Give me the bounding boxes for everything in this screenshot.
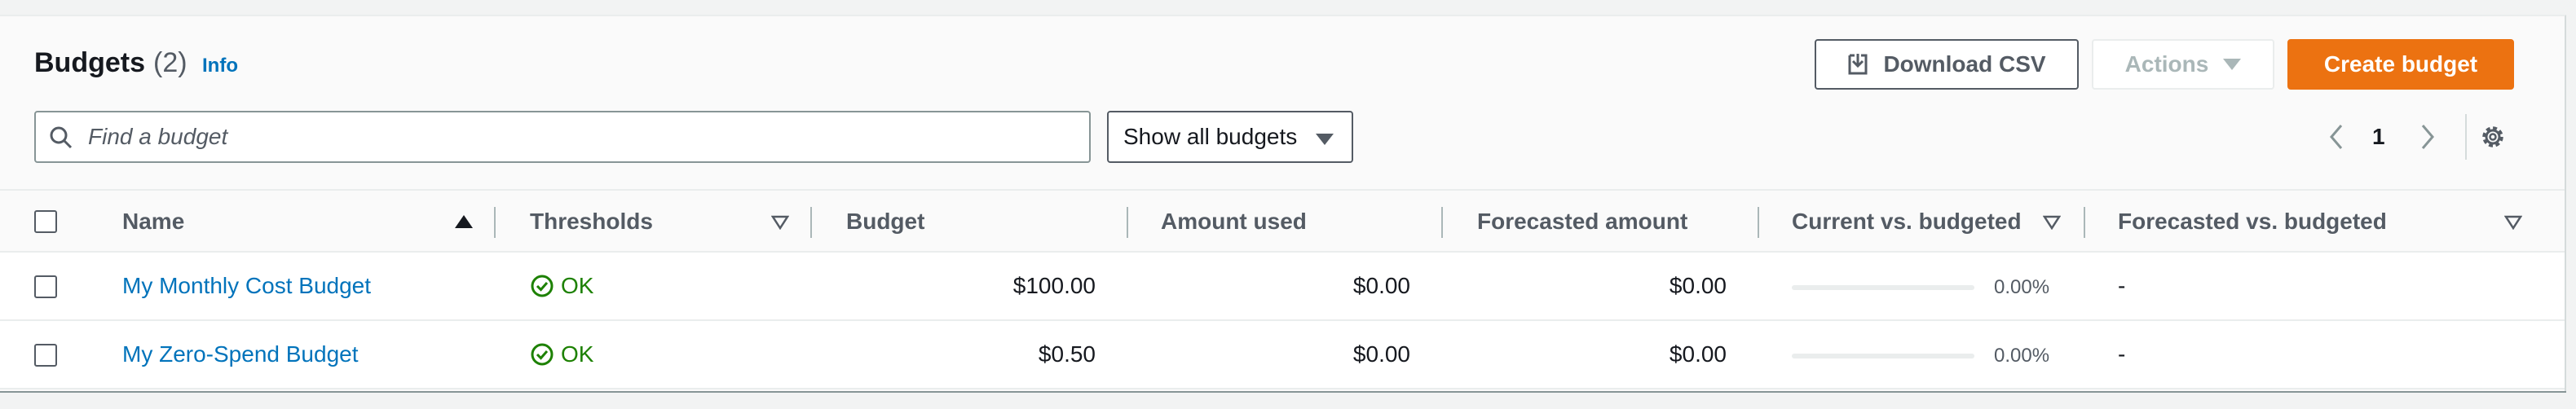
create-budget-button[interactable]: Create budget [2287, 39, 2514, 90]
sort-toggle-icon[interactable] [771, 215, 789, 230]
caret-down-icon [2223, 59, 2242, 70]
amount-used: $0.00 [1352, 273, 1410, 298]
forecasted-amount: $0.00 [1669, 341, 1727, 367]
actions-dropdown-button[interactable]: Actions [2092, 39, 2274, 90]
page-title: Budgets [34, 47, 145, 78]
column-resizer[interactable] [2084, 207, 2085, 238]
row-checkbox[interactable] [34, 275, 57, 298]
budget-count: (2) [153, 47, 187, 78]
threshold-status: OK [530, 270, 593, 301]
panel-bottom-border [0, 391, 2566, 393]
current-vs-budgeted-progress-bar [1792, 285, 1974, 290]
column-header-thresholds[interactable]: Thresholds [530, 207, 653, 236]
gear-icon[interactable] [2477, 121, 2509, 153]
column-resizer[interactable] [1127, 207, 1128, 238]
caret-down-icon [1316, 134, 1334, 145]
column-resizer[interactable] [1758, 207, 1759, 238]
forecasted-vs-budgeted-value: - [2118, 273, 2126, 298]
budget-name-link[interactable]: My Monthly Cost Budget [122, 270, 371, 301]
search-box [34, 111, 1091, 163]
column-header-forecasted-amount: Forecasted amount [1477, 209, 1688, 234]
current-vs-budgeted-progress-bar [1792, 354, 1974, 358]
budget-filter-select[interactable]: Show all budgets [1107, 111, 1353, 163]
budget-amount: $100.00 [1012, 273, 1096, 298]
sort-toggle-icon[interactable] [2504, 215, 2522, 230]
create-budget-label: Create budget [2323, 51, 2478, 77]
column-header-amount-used: Amount used [1161, 209, 1307, 234]
threshold-status-label: OK [561, 273, 594, 298]
budget-filter-value: Show all budgets [1123, 124, 1298, 149]
current-page-number[interactable]: 1 [2372, 122, 2385, 152]
forecasted-amount: $0.00 [1669, 273, 1727, 298]
forecasted-vs-budgeted-value: - [2118, 341, 2126, 367]
threshold-status: OK [530, 339, 593, 370]
search-icon [50, 126, 73, 149]
pagination-divider [2465, 114, 2467, 160]
select-all-checkbox[interactable] [34, 210, 57, 233]
chevron-right-icon[interactable] [2418, 122, 2437, 152]
download-icon [1848, 54, 1868, 75]
actions-label: Actions [2124, 51, 2209, 77]
column-header-current-vs-budgeted[interactable]: Current vs. budgeted [1792, 207, 2022, 236]
check-circle-icon [531, 275, 554, 297]
budget-amount: $0.50 [1038, 341, 1096, 367]
budget-name-link[interactable]: My Zero-Spend Budget [122, 339, 359, 370]
column-resizer[interactable] [494, 207, 496, 238]
download-csv-label: Download CSV [1883, 51, 2046, 77]
table-header: Name Thresholds Budget Amount used Forec… [0, 189, 2565, 253]
amount-used: $0.00 [1352, 341, 1410, 367]
column-header-budget: Budget [846, 209, 925, 234]
column-header-name[interactable]: Name [122, 207, 184, 236]
current-vs-budgeted-percent: 0.00% [1994, 345, 2050, 367]
info-link[interactable]: Info [202, 54, 238, 78]
sort-ascending-icon[interactable] [455, 215, 473, 228]
check-circle-icon [531, 343, 554, 366]
column-resizer[interactable] [810, 207, 812, 238]
column-resizer[interactable] [1441, 207, 1443, 238]
chevron-left-icon[interactable] [2327, 122, 2346, 152]
download-csv-button[interactable]: Download CSV [1815, 39, 2079, 90]
table-row: My Zero-Spend Budget OK $0.50 $0.00 $0.0… [0, 321, 2565, 389]
table-row: My Monthly Cost Budget OK $100.00 $0.00 … [0, 253, 2565, 321]
column-header-forecasted-vs-budgeted[interactable]: Forecasted vs. budgeted [2118, 207, 2387, 236]
sort-toggle-icon[interactable] [2043, 215, 2061, 230]
current-vs-budgeted-percent: 0.00% [1994, 276, 2050, 298]
row-checkbox[interactable] [34, 344, 57, 367]
search-input[interactable] [88, 121, 1066, 153]
threshold-status-label: OK [561, 341, 594, 367]
